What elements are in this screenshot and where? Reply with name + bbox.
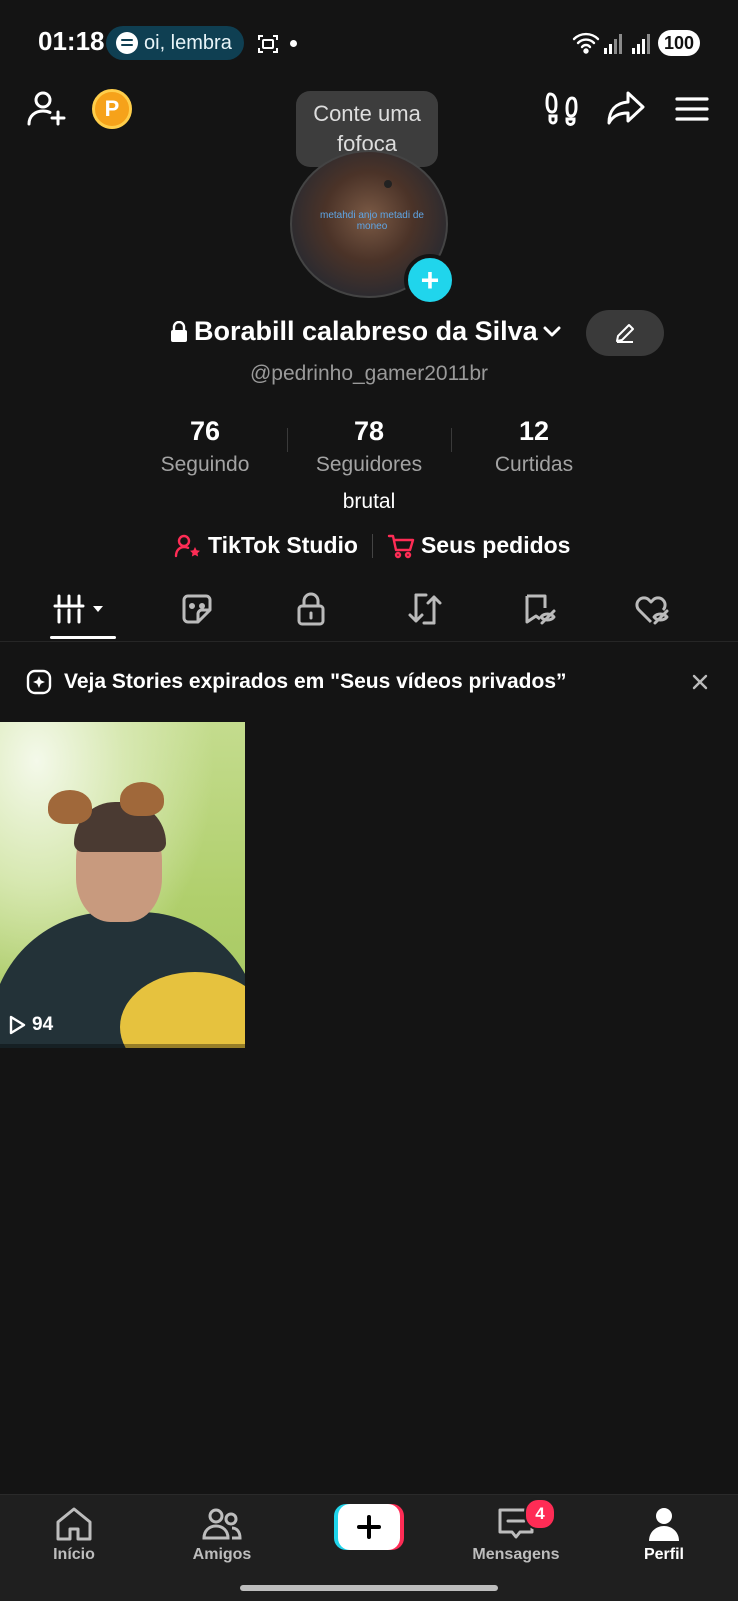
stat-divider bbox=[287, 428, 288, 452]
nav-messages[interactable]: Mensagens bbox=[456, 1506, 576, 1564]
tiktok-studio-label: TikTok Studio bbox=[208, 532, 358, 558]
orders-label: Seus pedidos bbox=[420, 532, 571, 558]
tab-favorites[interactable] bbox=[502, 584, 576, 634]
grid-sort-icon bbox=[53, 594, 103, 624]
lock-tab-icon bbox=[297, 592, 325, 626]
notification-dot bbox=[290, 40, 297, 47]
stat-followers[interactable]: 78 Seguidores bbox=[294, 416, 444, 477]
avatar-caption: metahdi anjo metadi de moneo bbox=[320, 210, 424, 232]
repost-icon bbox=[408, 593, 442, 625]
stat-likes[interactable]: 12 Curtidas bbox=[459, 416, 609, 477]
tab-liked[interactable] bbox=[616, 584, 690, 634]
plus-icon bbox=[334, 1504, 404, 1550]
dog-ear-filter-right bbox=[120, 782, 164, 816]
nav-profile-label: Perfil bbox=[643, 1546, 684, 1563]
nav-home-label: Início bbox=[53, 1546, 95, 1563]
video-progress-track bbox=[0, 1044, 245, 1048]
tabs-divider bbox=[0, 641, 738, 642]
lock-icon bbox=[170, 320, 188, 343]
messages-badge: 4 bbox=[524, 1498, 556, 1530]
profile-name-row[interactable]: Borabill calabreso da Silva bbox=[170, 316, 562, 347]
wifi-icon bbox=[572, 32, 600, 59]
screenshot-icon bbox=[256, 32, 280, 61]
stat-followers-value: 78 bbox=[353, 416, 385, 446]
create-button[interactable] bbox=[334, 1504, 404, 1550]
cart-icon bbox=[387, 534, 415, 558]
edit-profile-button[interactable] bbox=[586, 310, 664, 356]
video-thumbnail[interactable]: 94 bbox=[0, 722, 245, 1048]
tiktok-studio-link[interactable]: TikTok Studio bbox=[174, 532, 358, 559]
spotify-track-text: oi, lembra bbox=[144, 31, 232, 54]
stat-following-value: 76 bbox=[189, 416, 221, 446]
profile-name: Borabill calabreso da Silva bbox=[194, 316, 538, 346]
pencil-icon bbox=[616, 324, 634, 343]
avatar-dot bbox=[384, 180, 392, 188]
nav-home[interactable]: Início bbox=[14, 1506, 134, 1564]
active-tab-indicator bbox=[50, 636, 116, 639]
stat-following[interactable]: 76 Seguindo bbox=[130, 416, 280, 477]
battery-indicator: 100 bbox=[658, 30, 700, 56]
stat-likes-value: 12 bbox=[518, 416, 550, 446]
add-story-button[interactable]: + bbox=[404, 254, 456, 306]
nav-friends[interactable]: Amigos bbox=[162, 1506, 282, 1564]
studio-person-star-icon bbox=[174, 534, 200, 557]
stat-followers-label: Seguidores bbox=[315, 453, 423, 476]
nav-messages-label: Mensagens bbox=[472, 1546, 560, 1563]
profile-links: TikTok Studio Seus pedidos bbox=[174, 532, 570, 559]
orders-link[interactable]: Seus pedidos bbox=[387, 532, 571, 559]
spotify-now-playing-pill[interactable]: oi, lembra bbox=[106, 26, 244, 60]
stat-likes-label: Curtidas bbox=[494, 453, 574, 476]
close-icon[interactable] bbox=[690, 672, 710, 697]
coin-icon[interactable]: P bbox=[92, 89, 132, 129]
home-indicator[interactable] bbox=[240, 1585, 498, 1591]
signal-icon bbox=[604, 34, 622, 59]
tab-videos[interactable] bbox=[46, 584, 120, 634]
friends-icon bbox=[202, 1508, 242, 1540]
profile-icon bbox=[649, 1508, 679, 1541]
nav-friends-label: Amigos bbox=[192, 1546, 252, 1563]
add-friend-icon[interactable] bbox=[26, 88, 68, 135]
spotify-icon bbox=[116, 32, 138, 54]
tab-sticker[interactable] bbox=[160, 584, 234, 634]
stories-banner-text: Veja Stories expirados em "Seus vídeos p… bbox=[64, 670, 567, 693]
stories-banner[interactable]: Veja Stories expirados em "Seus vídeos p… bbox=[0, 662, 738, 702]
bookmark-hidden-icon bbox=[525, 594, 556, 625]
stat-following-label: Seguindo bbox=[160, 453, 250, 476]
profile-handle: @pedrinho_gamer2011br bbox=[249, 362, 489, 385]
dog-ear-filter-left bbox=[48, 790, 92, 824]
stat-divider bbox=[451, 428, 452, 452]
sticker-icon bbox=[182, 594, 212, 624]
tab-repost[interactable] bbox=[388, 584, 462, 634]
nav-profile[interactable]: Perfil bbox=[604, 1506, 724, 1564]
story-sparkle-icon bbox=[26, 669, 52, 695]
video-views: 94 bbox=[8, 1014, 53, 1036]
footprint-icon[interactable] bbox=[544, 90, 580, 131]
chevron-down-icon bbox=[542, 325, 562, 339]
home-icon bbox=[56, 1507, 92, 1541]
profile-bio: brutal bbox=[342, 490, 396, 513]
status-time: 01:18 bbox=[38, 26, 105, 56]
play-icon bbox=[9, 1015, 26, 1035]
links-separator bbox=[371, 533, 373, 558]
menu-icon[interactable] bbox=[675, 96, 709, 127]
tab-private[interactable] bbox=[274, 584, 348, 634]
video-views-count: 94 bbox=[32, 1014, 54, 1035]
signal-icon-2 bbox=[632, 34, 650, 59]
share-icon[interactable] bbox=[606, 90, 646, 131]
heart-hidden-icon bbox=[635, 596, 669, 625]
